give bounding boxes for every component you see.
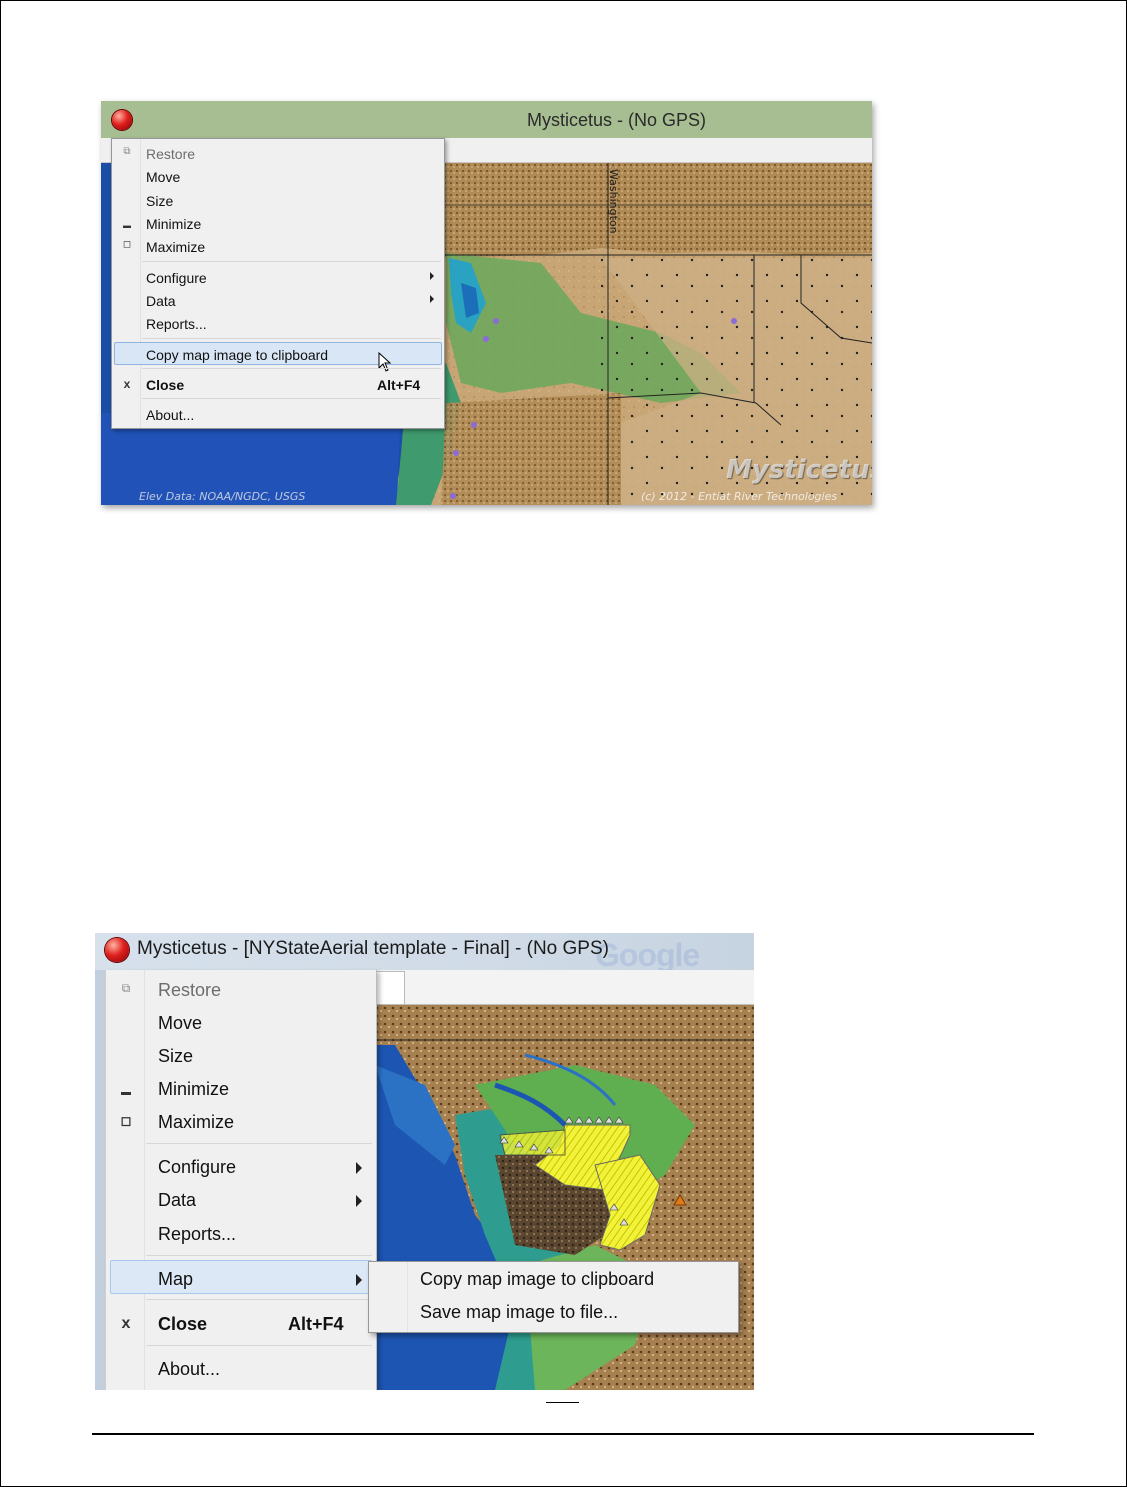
app-orb-icon[interactable] — [105, 938, 129, 962]
submenu-arrow-icon — [356, 1195, 362, 1207]
restore-icon: ⧉ — [123, 146, 131, 157]
minimize-icon: ▬ — [123, 221, 131, 230]
menu-item-label: Restore — [158, 980, 222, 1000]
system-menu: ⧉ Restore Move Size ▬ Minimize ◻ Maximiz… — [105, 970, 377, 1390]
menu-item-minimize[interactable]: ▬ Minimize — [112, 213, 444, 235]
background-ghost-text: Google — [595, 937, 700, 973]
menu-item-label: Move — [158, 1013, 203, 1033]
map-credit-right: (c) 2012 - Entiat River Technologies — [641, 490, 838, 503]
menu-separator — [142, 368, 441, 369]
minimize-icon: ▬ — [121, 1087, 131, 1098]
menu-item-label: Restore — [146, 146, 196, 162]
submenu-item-save-map-image[interactable]: Save map image to file... — [420, 1302, 618, 1323]
window-title: Mysticetus - [NYStateAerial template - F… — [137, 938, 609, 959]
menu-item-configure[interactable]: Configure — [112, 267, 444, 289]
menu-item-close[interactable]: x Close Alt+F4 — [112, 374, 444, 396]
footer-rule — [92, 1433, 1034, 1435]
menu-item-label: Close — [158, 1314, 208, 1334]
menu-item-label: Copy map image to clipboard — [146, 347, 329, 363]
menu-separator — [146, 1255, 372, 1256]
menu-item-about[interactable]: About... — [106, 1355, 376, 1385]
menu-item-restore[interactable]: ⧉ Restore — [112, 143, 444, 165]
window-title: Mysticetus - (No GPS) — [526, 110, 707, 130]
screenshot-2-window: Google Mysticetus - [NYStateAerial templ… — [95, 933, 754, 1390]
menu-item-minimize[interactable]: ▬ Minimize — [106, 1075, 376, 1105]
submenu-item-copy-map-image[interactable]: Copy map image to clipboard — [420, 1269, 654, 1290]
menu-item-label: Configure — [158, 1157, 237, 1177]
menu-item-label: Size — [146, 193, 174, 209]
menu-item-maximize[interactable]: ◻ Maximize — [106, 1108, 376, 1138]
footer-short-line — [546, 1402, 579, 1403]
mouse-cursor-icon — [378, 351, 392, 375]
menu-item-size[interactable]: Size — [106, 1042, 376, 1072]
menu-item-about[interactable]: About... — [112, 404, 444, 426]
close-icon: x — [123, 377, 131, 391]
system-menu: ⧉ Restore Move Size ▬ Minimize ◻ Maximiz… — [111, 138, 445, 429]
restore-icon: ⧉ — [121, 981, 131, 995]
map-submenu: Copy map image to clipboard Save map ima… — [368, 1261, 739, 1333]
submenu-arrow-icon — [356, 1162, 362, 1174]
menu-item-restore[interactable]: ⧉ Restore — [106, 976, 376, 1006]
menu-item-label: Maximize — [146, 239, 206, 255]
menu-item-label: Maximize — [158, 1112, 235, 1132]
menu-item-label: Move — [146, 169, 181, 185]
menu-item-maximize[interactable]: ◻ Maximize — [112, 236, 444, 258]
window-left-edge — [95, 970, 105, 1390]
menu-item-reports[interactable]: Reports... — [112, 313, 444, 335]
submenu-arrow-icon — [430, 272, 434, 280]
menu-item-label: Data — [158, 1190, 197, 1210]
menu-item-label: Size — [158, 1046, 194, 1066]
menu-separator — [146, 1143, 372, 1144]
screenshot-1-window: Mysticetus - (No GPS) Washington Mystice… — [101, 101, 872, 505]
menu-item-close[interactable]: x Close Alt+F4 — [106, 1310, 376, 1340]
menu-item-label: About... — [146, 407, 195, 423]
menu-item-label: About... — [158, 1359, 221, 1379]
menu-item-map[interactable]: Map — [106, 1265, 376, 1295]
menu-separator — [146, 1299, 372, 1300]
menu-item-move[interactable]: Move — [112, 166, 444, 188]
menu-item-size[interactable]: Size — [112, 190, 444, 212]
maximize-icon: ◻ — [122, 239, 132, 250]
menu-item-data[interactable]: Data — [106, 1186, 376, 1216]
menu-item-label: Close — [146, 377, 185, 393]
menu-separator — [146, 1345, 372, 1346]
menu-separator — [142, 261, 441, 262]
menu-item-label: Reports... — [146, 316, 207, 332]
menu-item-label: Data — [146, 293, 176, 309]
menu-item-label: Minimize — [146, 216, 202, 232]
menu-item-label: Map — [158, 1269, 194, 1289]
menu-item-reports[interactable]: Reports... — [106, 1220, 376, 1250]
map-watermark: Mysticetus — [726, 455, 872, 485]
menu-separator — [142, 398, 441, 399]
title-bar[interactable]: Mysticetus - (No GPS) — [101, 101, 872, 138]
close-accelerator: Alt+F4 — [377, 377, 421, 393]
title-bar[interactable]: Google Mysticetus - [NYStateAerial templ… — [95, 933, 754, 973]
menu-item-label: Reports... — [158, 1224, 237, 1244]
menu-item-data[interactable]: Data — [112, 290, 444, 312]
menu-item-label: Minimize — [158, 1079, 230, 1099]
menu-icon-gutter — [369, 1262, 408, 1332]
close-icon: x — [121, 1315, 131, 1332]
menu-item-configure[interactable]: Configure — [106, 1153, 376, 1183]
map-vertical-label: Washington — [607, 169, 620, 234]
maximize-icon: ◻ — [120, 1113, 132, 1128]
close-accelerator: Alt+F4 — [288, 1314, 344, 1334]
map-credit-left: Elev Data: NOAA/NGDC, USGS — [139, 490, 306, 503]
menu-item-move[interactable]: Move — [106, 1009, 376, 1039]
menu-item-copy-map-image[interactable]: Copy map image to clipboard — [112, 344, 444, 372]
menu-item-label: Configure — [146, 270, 207, 286]
submenu-arrow-icon — [430, 295, 434, 303]
menu-separator — [142, 338, 441, 339]
submenu-arrow-icon — [356, 1274, 362, 1286]
